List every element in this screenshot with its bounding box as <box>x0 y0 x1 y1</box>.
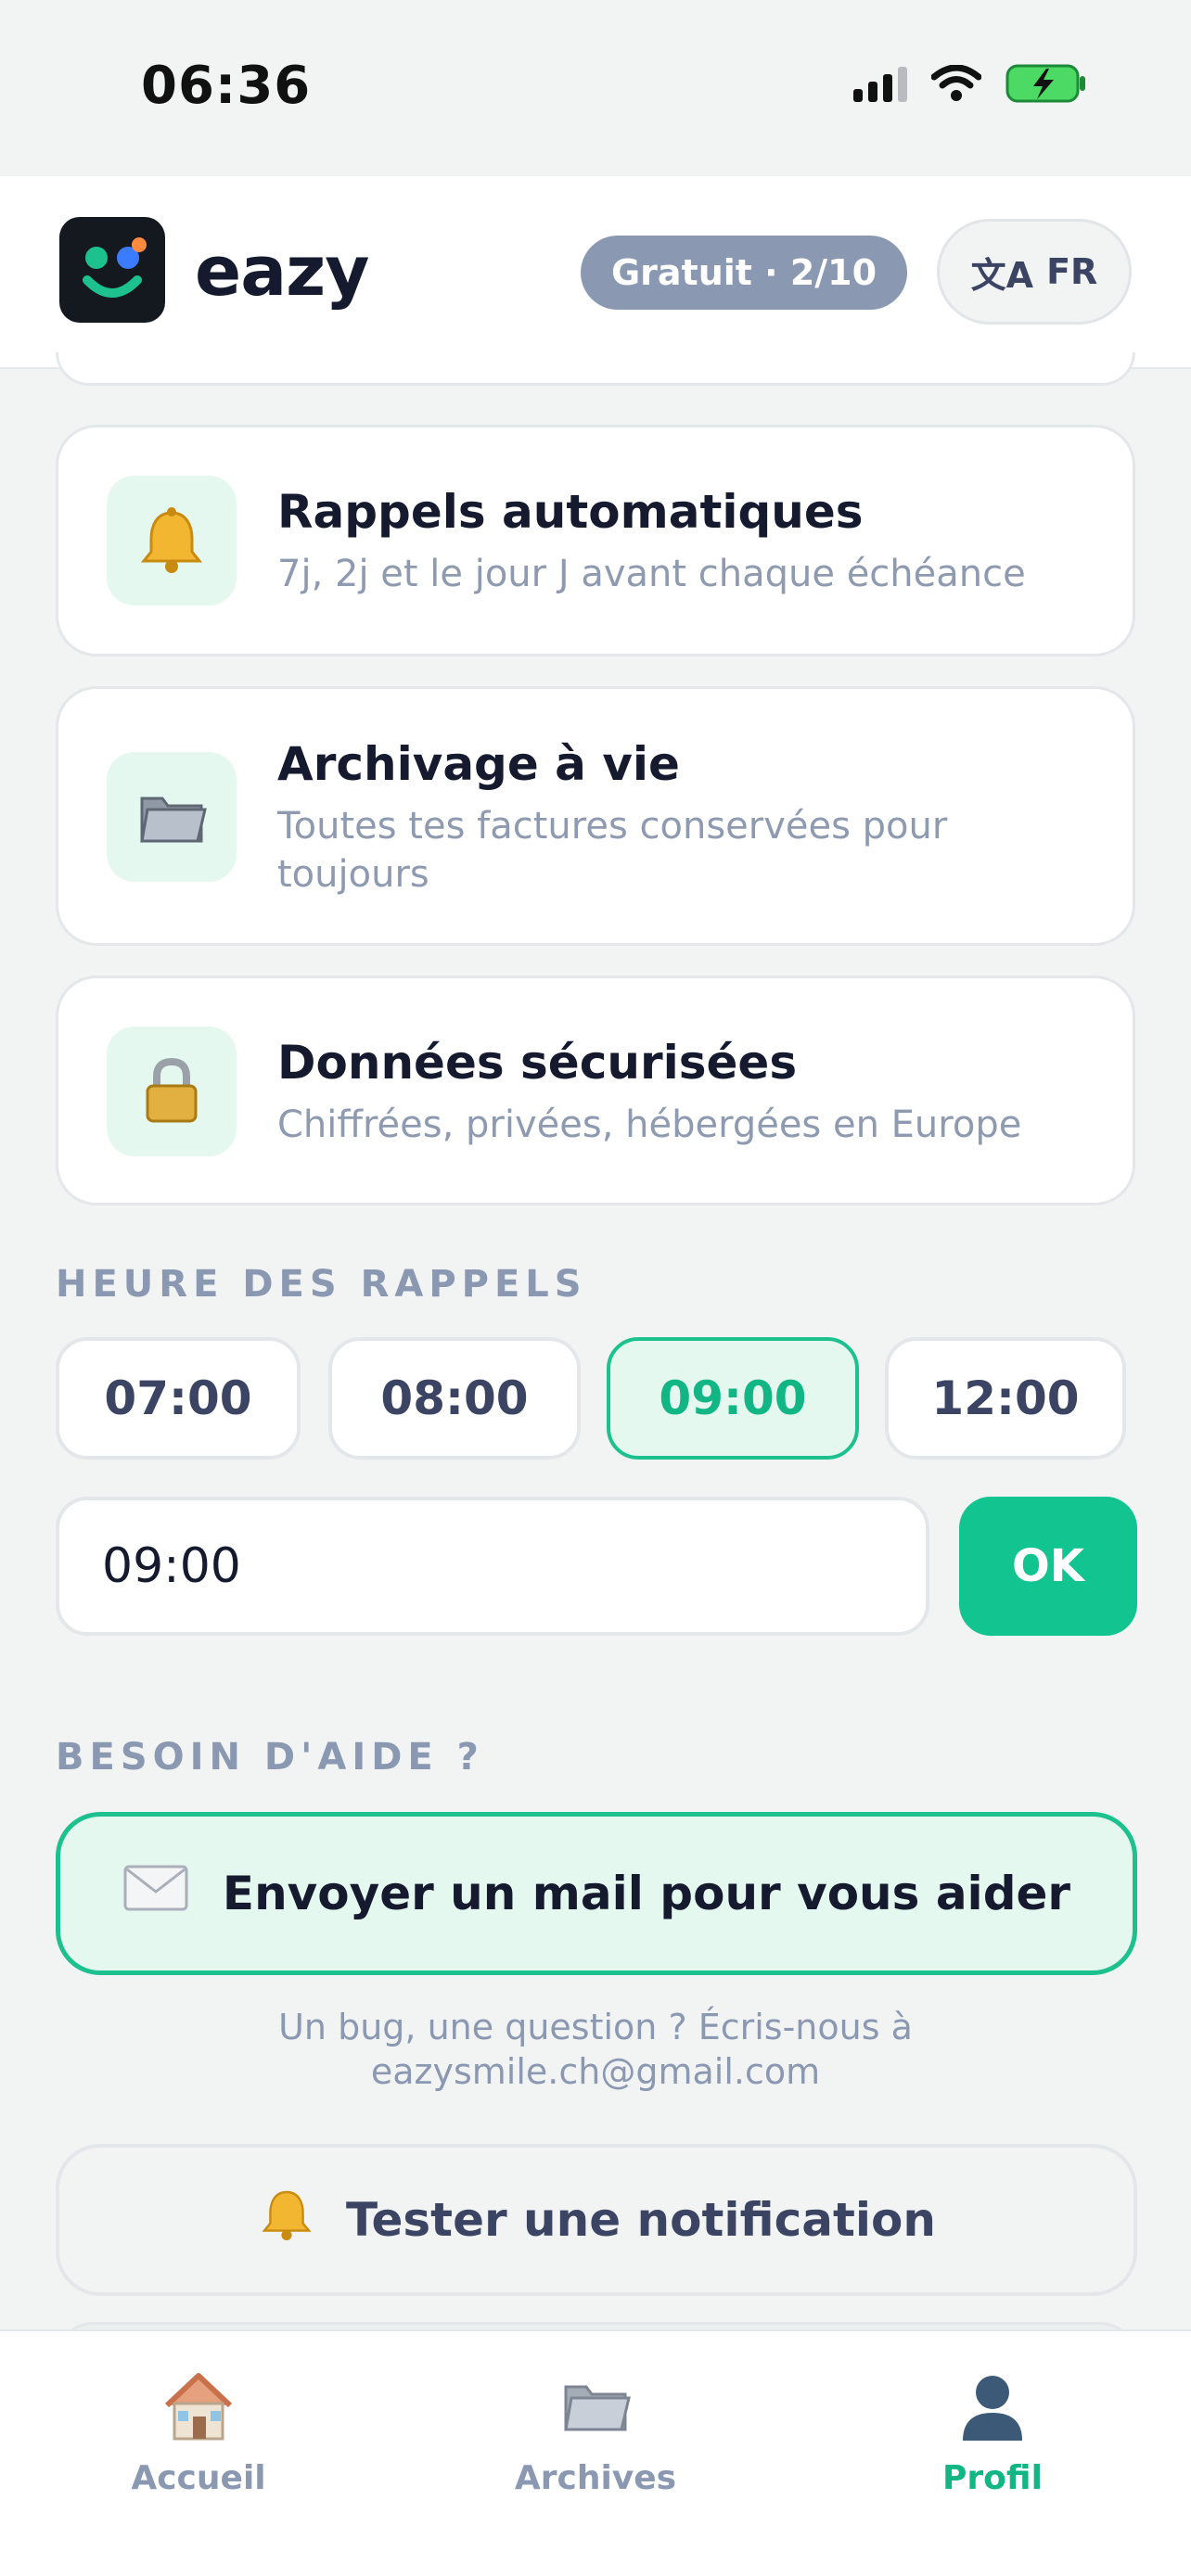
app-header: eazy Gratuit · 2/10 文A FR <box>0 176 1191 369</box>
feature-subtitle: Chiffrées, privées, hébergées en Europe <box>277 1103 1022 1146</box>
app-logo <box>59 217 165 323</box>
time-option-0700[interactable]: 07:00 <box>56 1337 301 1460</box>
feature-title: Archivage à vie <box>277 737 680 791</box>
tab-bar: Accueil Archives Profil <box>0 2329 1191 2576</box>
help-text-line: Un bug, une question ? Écris-nous à <box>278 2007 913 2047</box>
ok-button[interactable]: OK <box>959 1497 1137 1636</box>
test-notification-button[interactable]: Tester une notification <box>56 2144 1137 2296</box>
lock-icon <box>107 1027 237 1156</box>
tab-archives[interactable]: Archives <box>456 2368 735 2526</box>
feature-title: Données sécurisées <box>277 1036 798 1090</box>
folder-icon <box>557 2368 634 2446</box>
test-notification-label: Tester une notification <box>346 2193 936 2247</box>
tab-label: Archives <box>514 2459 677 2497</box>
support-email[interactable]: eazysmile.ch@gmail.com <box>148 2049 1043 2094</box>
time-option-0800[interactable]: 08:00 <box>328 1337 581 1460</box>
feature-subtitle: Toutes tes factures conservées pour touj… <box>277 805 948 896</box>
previous-card-edge <box>56 352 1135 386</box>
language-switcher[interactable]: 文A FR <box>937 219 1132 325</box>
bell-icon <box>257 2185 316 2255</box>
battery-charging-icon <box>1005 63 1087 104</box>
translate-icon: 文A <box>970 254 1034 296</box>
tab-accueil[interactable]: Accueil <box>59 2368 338 2526</box>
folder-icon <box>107 752 237 882</box>
custom-time-input[interactable]: 09:00 <box>56 1497 929 1636</box>
time-option-0900-selected[interactable]: 09:00 <box>607 1337 859 1460</box>
plan-badge[interactable]: Gratuit · 2/10 <box>581 236 907 310</box>
tab-profil[interactable]: Profil <box>853 2368 1132 2526</box>
app-name: eazy <box>195 232 369 312</box>
cellular-signal-icon <box>853 65 907 102</box>
section-label-reminder-time: HEURE DES RAPPELS <box>56 1263 587 1306</box>
envelope-icon <box>122 1864 189 1923</box>
bell-icon <box>107 476 237 606</box>
feature-subtitle: 7j, 2j et le jour J avant chaque échéanc… <box>277 553 1026 595</box>
feature-card-reminders: Rappels automatiques 7j, 2j et le jour J… <box>56 425 1135 657</box>
house-icon <box>160 2368 237 2446</box>
send-mail-label: Envoyer un mail pour vous aider <box>222 1867 1071 1920</box>
person-icon <box>954 2368 1031 2446</box>
send-mail-button[interactable]: Envoyer un mail pour vous aider <box>56 1812 1137 1975</box>
wifi-icon <box>931 65 981 102</box>
status-icons <box>853 63 1087 104</box>
status-time: 06:36 <box>141 56 312 116</box>
feature-title: Rappels automatiques <box>277 485 864 539</box>
section-label-help: BESOIN D'AIDE ? <box>56 1736 484 1779</box>
language-code: FR <box>1046 251 1098 292</box>
status-bar: 06:36 <box>0 0 1191 176</box>
tab-label: Accueil <box>131 2459 266 2497</box>
feature-card-security: Données sécurisées Chiffrées, privées, h… <box>56 976 1135 1205</box>
tab-label: Profil <box>942 2459 1043 2497</box>
feature-card-archiving: Archivage à vie Toutes tes factures cons… <box>56 686 1135 946</box>
time-option-1200[interactable]: 12:00 <box>885 1337 1126 1460</box>
help-text: Un bug, une question ? Écris-nous à eazy… <box>148 2005 1043 2094</box>
